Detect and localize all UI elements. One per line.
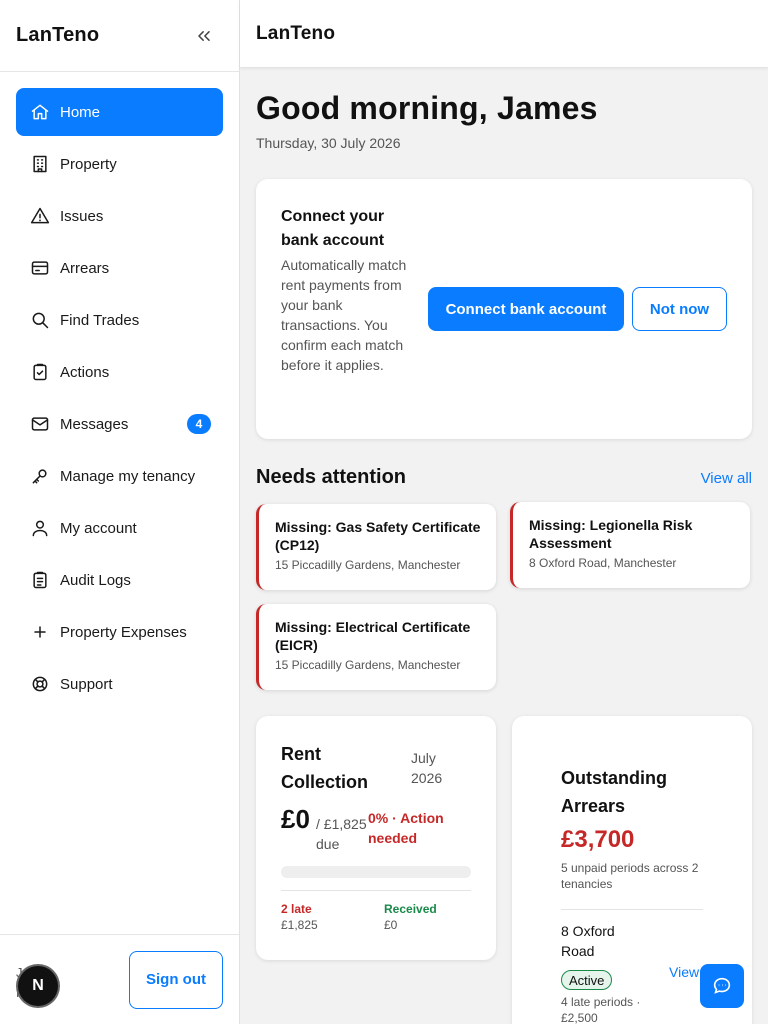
collapse-sidebar-icon[interactable] — [193, 25, 215, 47]
arrears-periods: 4 late periods · £2,500 — [561, 995, 641, 1024]
warning-icon — [28, 204, 52, 228]
sidebar-item-label: Arrears — [60, 259, 110, 277]
credit-card-icon — [28, 256, 52, 280]
sign-out-button[interactable]: Sign out — [129, 951, 223, 1009]
rent-received-summary: Received £0 — [384, 902, 437, 932]
attention-item-title: Missing: Gas Safety Certificate (CP12) — [275, 519, 481, 553]
sidebar-item-manage-tenancy[interactable]: Manage my tenancy — [16, 452, 223, 500]
sidebar-header: LanTeno — [0, 0, 239, 72]
attention-item[interactable]: Missing: Gas Safety Certificate (CP12) 1… — [256, 504, 496, 590]
sidebar-footer: James Palmer Sign out N — [0, 934, 239, 1024]
plus-icon — [28, 620, 52, 644]
sidebar-item-messages[interactable]: Messages 4 — [16, 400, 223, 448]
clipboard-list-icon — [28, 568, 52, 592]
messages-count-badge: 4 — [187, 414, 211, 434]
top-bar: LanTeno — [240, 0, 768, 68]
connect-bank-button[interactable]: Connect bank account — [428, 287, 624, 331]
sidebar-item-find-trades[interactable]: Find Trades — [16, 296, 223, 344]
received-value: £0 — [384, 918, 398, 932]
sidebar-item-property[interactable]: Property — [16, 140, 223, 188]
attention-item-address: 8 Oxford Road, Manchester — [529, 556, 677, 570]
lifebuoy-icon — [28, 672, 52, 696]
sidebar-item-label: Find Trades — [60, 311, 140, 329]
search-icon — [28, 308, 52, 332]
building-icon — [28, 152, 52, 176]
sidebar-item-property-expenses[interactable]: Property Expenses — [16, 608, 223, 656]
sidebar-item-label: Manage my tenancy — [60, 467, 196, 485]
bank-card-description: Automatically match rent payments from y… — [281, 257, 407, 373]
rent-collected-amount: £0 — [281, 804, 310, 834]
sidebar-item-issues[interactable]: Issues — [16, 192, 223, 240]
sidebar-item-label: Home — [60, 103, 101, 121]
mail-icon — [28, 412, 52, 436]
sidebar: LanTeno Home Property Issues Arrears Fin… — [0, 0, 240, 1024]
clipboard-check-icon — [28, 360, 52, 384]
needs-attention-title: Needs attention — [256, 466, 407, 488]
status-badge: Active — [561, 970, 613, 990]
sidebar-nav: Home Property Issues Arrears Find Trades… — [0, 72, 239, 708]
bank-card-title: Connect your bank account — [281, 208, 385, 249]
sidebar-item-label: Issues — [60, 207, 104, 225]
page-title: Good morning, James — [256, 90, 598, 126]
avatar[interactable]: N — [18, 966, 58, 1006]
sidebar-brand: LanTeno — [16, 24, 100, 46]
rent-card-month: July 2026 — [411, 750, 443, 786]
view-arrears-link[interactable]: View — [669, 964, 699, 980]
sidebar-item-support[interactable]: Support — [16, 660, 223, 708]
key-icon — [28, 464, 52, 488]
chat-bubble-icon — [711, 975, 733, 997]
sidebar-item-label: Messages — [60, 415, 129, 433]
sidebar-item-home[interactable]: Home — [16, 88, 223, 136]
rent-card-title: Rent Collection — [281, 744, 369, 792]
late-label: 2 late — [281, 902, 312, 916]
sidebar-item-label: Property Expenses — [60, 623, 187, 641]
home-icon — [28, 100, 52, 124]
main-content: Good morning, James Thursday, 30 July 20… — [256, 68, 752, 1024]
late-value: £1,825 — [281, 918, 318, 932]
attention-item-title: Missing: Electrical Certificate (EICR) — [275, 619, 471, 653]
sidebar-item-label: Property — [60, 155, 117, 173]
user-icon — [28, 516, 52, 540]
rent-late-summary: 2 late £1,825 — [281, 902, 318, 932]
divider — [281, 890, 471, 891]
header-title: LanTeno — [256, 22, 336, 44]
sidebar-item-actions[interactable]: Actions — [16, 348, 223, 396]
sidebar-item-label: My account — [60, 519, 137, 537]
sidebar-item-my-account[interactable]: My account — [16, 504, 223, 552]
sidebar-item-arrears[interactable]: Arrears — [16, 244, 223, 292]
sidebar-item-label: Audit Logs — [60, 571, 131, 589]
rent-collection-card: Rent Collection July 2026 £0 / £1,825 du… — [256, 716, 496, 960]
attention-item-title: Missing: Legionella Risk Assessment — [529, 517, 693, 551]
arrears-note: 5 unpaid periods across 2 tenancies — [561, 861, 699, 891]
arrears-address: 8 Oxford Road — [561, 923, 615, 959]
connect-bank-card: Connect your bank account Automatically … — [256, 179, 752, 439]
rent-due-amount: / £1,825 due — [316, 816, 367, 852]
arrears-amount: £3,700 — [561, 826, 635, 853]
current-date: Thursday, 30 July 2026 — [256, 135, 401, 151]
received-label: Received — [384, 902, 437, 916]
attention-item[interactable]: Missing: Legionella Risk Assessment 8 Ox… — [510, 502, 750, 588]
not-now-button[interactable]: Not now — [632, 287, 727, 331]
divider — [561, 909, 703, 910]
attention-item-address: 15 Piccadilly Gardens, Manchester — [275, 558, 461, 572]
attention-item[interactable]: Missing: Electrical Certificate (EICR) 1… — [256, 604, 496, 690]
chat-button[interactable] — [700, 964, 744, 1008]
sidebar-item-audit-logs[interactable]: Audit Logs — [16, 556, 223, 604]
sidebar-item-label: Support — [60, 675, 113, 693]
attention-item-address: 15 Piccadilly Gardens, Manchester — [275, 658, 461, 672]
view-all-link[interactable]: View all — [701, 470, 752, 487]
sidebar-item-label: Actions — [60, 363, 110, 381]
rent-status: 0% · Action needed — [368, 810, 444, 846]
rent-progress-bar — [281, 866, 471, 878]
arrears-card-title: Outstanding Arrears — [561, 768, 667, 816]
